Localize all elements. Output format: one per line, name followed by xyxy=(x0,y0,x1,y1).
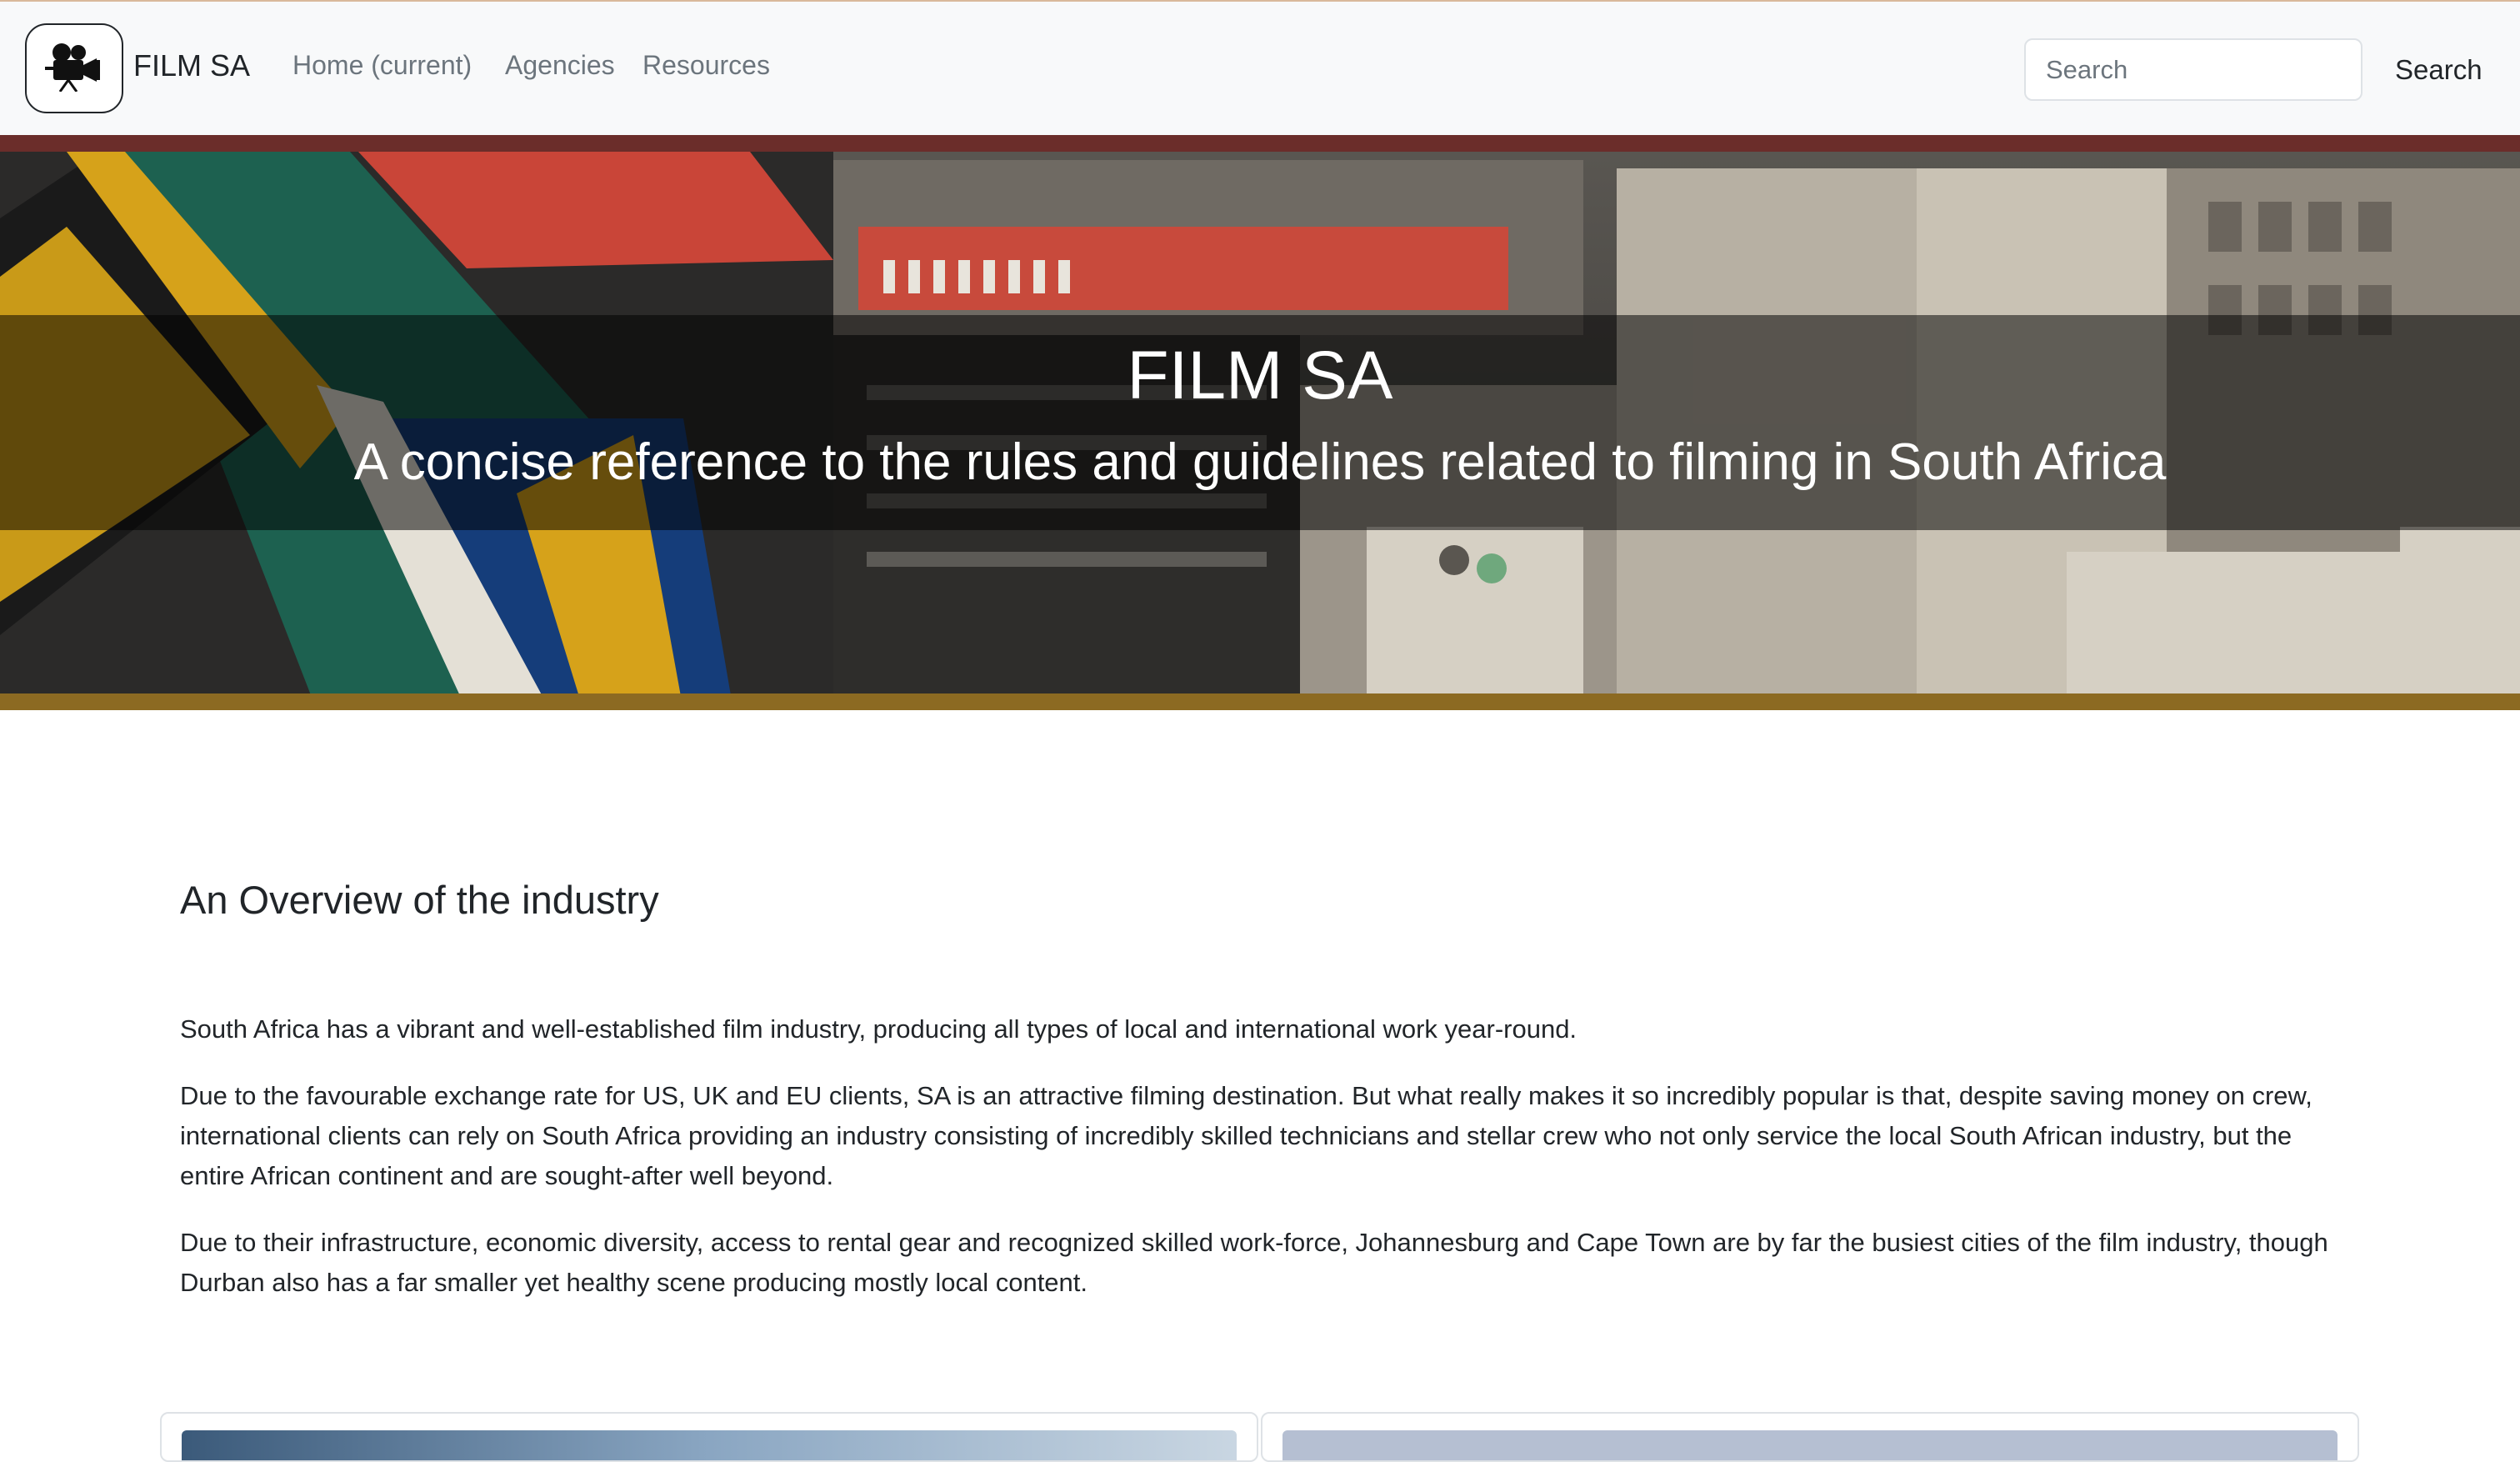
card-left-image xyxy=(182,1430,1237,1460)
hero-title: FILM SA xyxy=(1127,338,1393,413)
search-input[interactable] xyxy=(2024,38,2362,101)
section-heading: An Overview of the industry xyxy=(180,878,659,922)
brand-name[interactable]: FILM SA xyxy=(133,48,250,83)
paragraph-3: Due to their infrastructure, economic di… xyxy=(180,1228,2328,1297)
logo[interactable] xyxy=(25,23,123,113)
paragraph-2: Due to the favourable exchange rate for … xyxy=(180,1081,2312,1190)
hero-banner: FILM SA A concise reference to the rules… xyxy=(0,135,2520,710)
hero-subtitle: A concise reference to the rules and gui… xyxy=(353,433,2167,491)
top-navbar: FILM SA Home (current) Agencies Resource… xyxy=(0,0,2520,135)
nav-link-resources[interactable]: Resources xyxy=(642,50,770,81)
card-right[interactable] xyxy=(1261,1412,2359,1462)
card-right-image xyxy=(1282,1430,2338,1460)
nav-link-agencies[interactable]: Agencies xyxy=(505,50,615,81)
paragraph-1: South Africa has a vibrant and well-esta… xyxy=(180,1014,1578,1044)
nav-link-home[interactable]: Home (current) xyxy=(292,50,472,81)
card-left[interactable] xyxy=(160,1412,1258,1462)
film-camera-icon xyxy=(43,42,105,96)
search-button[interactable]: Search xyxy=(2385,38,2492,101)
